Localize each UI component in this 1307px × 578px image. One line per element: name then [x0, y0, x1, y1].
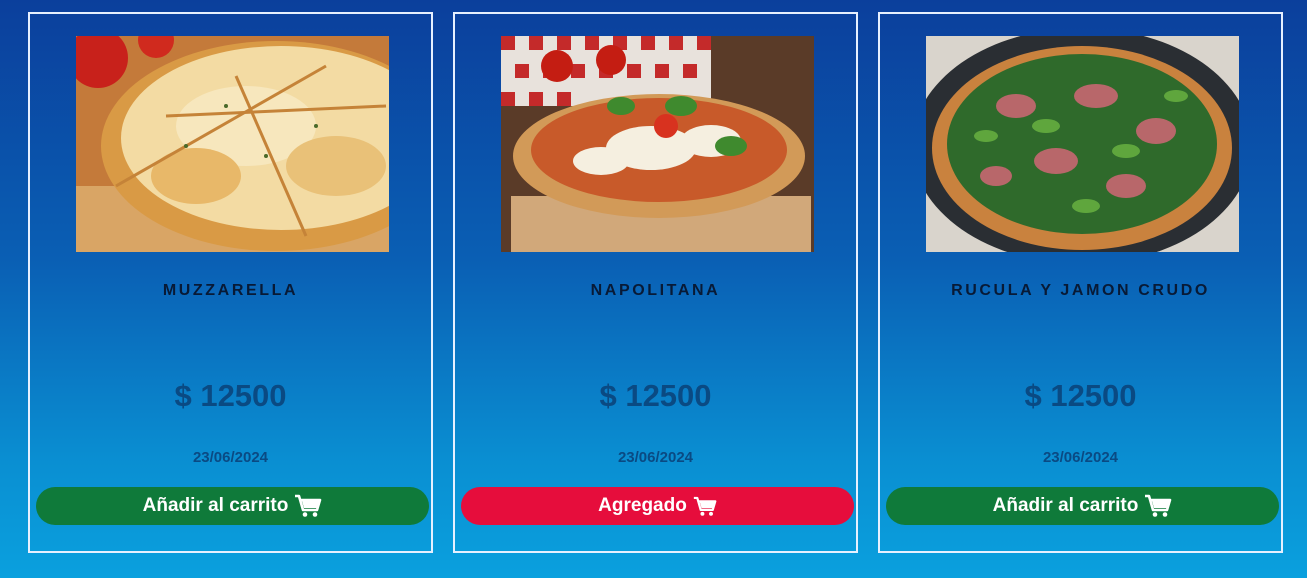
product-image-muzzarella: [76, 36, 389, 252]
shopping-cart-icon: [1144, 494, 1172, 518]
pizza-napolitana-photo: [501, 36, 814, 252]
product-price: $ 12500: [599, 378, 712, 413]
added-to-cart-button[interactable]: Agregado: [461, 487, 854, 525]
button-label: Agregado: [598, 495, 687, 516]
product-image-rucula: [926, 36, 1239, 252]
product-grid: MUZZARELLA $ 12500 23/06/2024 Añadir al …: [28, 12, 1283, 553]
add-to-cart-button[interactable]: Añadir al carrito: [886, 487, 1279, 525]
shopping-cart-icon: [693, 496, 717, 517]
product-card-muzzarella: MUZZARELLA $ 12500 23/06/2024 Añadir al …: [28, 12, 433, 553]
product-name: MUZZARELLA: [162, 282, 299, 299]
product-card-rucula: RUCULA Y JAMON CRUDO $ 12500 23/06/2024 …: [878, 12, 1283, 553]
shopping-cart-icon: [294, 494, 322, 518]
pizza-rucula-photo: [926, 36, 1239, 252]
product-price: $ 12500: [1024, 378, 1137, 413]
product-name: RUCULA Y JAMON CRUDO: [951, 282, 1210, 299]
product-card-napolitana: NAPOLITANA $ 12500 23/06/2024 Agregado: [453, 12, 858, 553]
product-price: $ 12500: [174, 378, 287, 413]
button-label: Añadir al carrito: [992, 495, 1139, 516]
button-label: Añadir al carrito: [142, 495, 289, 516]
pizza-muzzarella-photo: [76, 36, 389, 252]
product-date: 23/06/2024: [617, 449, 694, 466]
product-date: 23/06/2024: [192, 449, 269, 466]
product-name: NAPOLITANA: [590, 282, 721, 299]
add-to-cart-button[interactable]: Añadir al carrito: [36, 487, 429, 525]
product-date: 23/06/2024: [1042, 449, 1119, 466]
product-image-napolitana: [501, 36, 814, 252]
